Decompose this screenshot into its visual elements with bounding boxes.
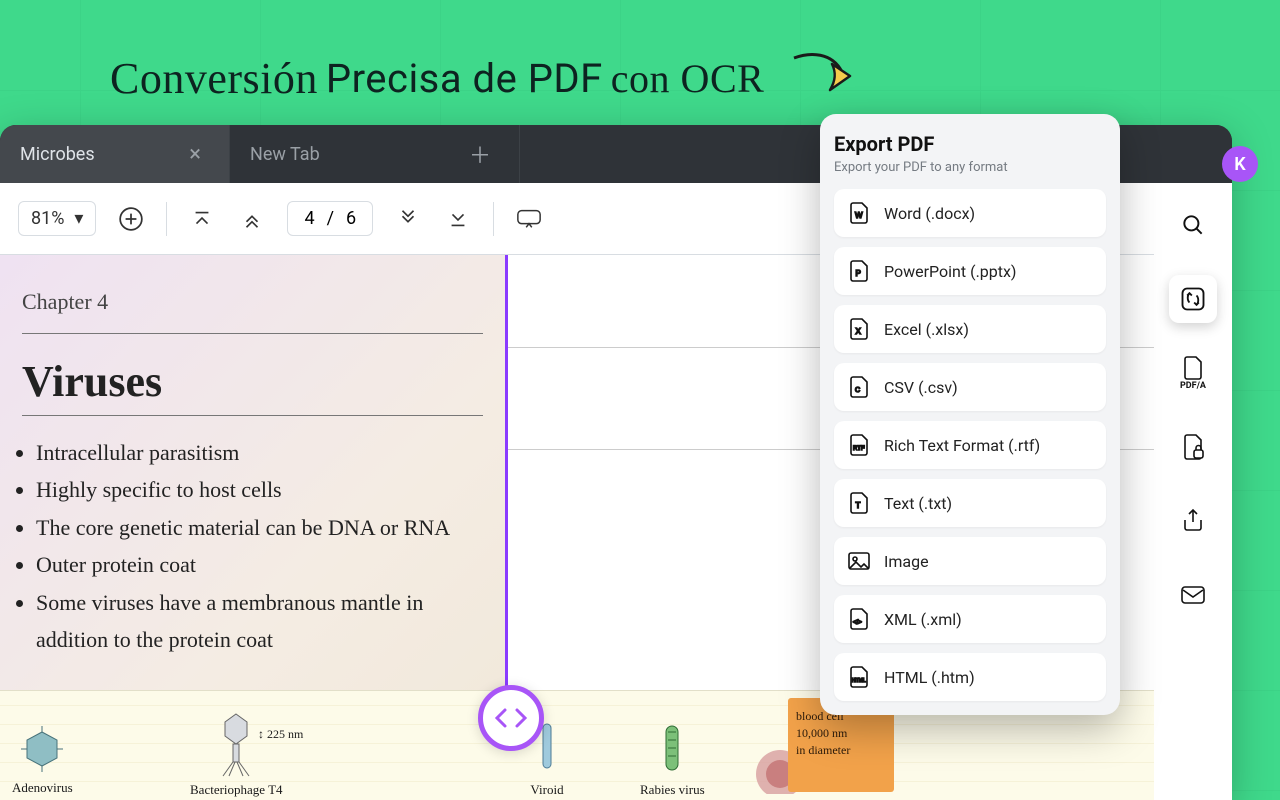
svg-text:</>: </> — [853, 620, 862, 626]
option-label: PowerPoint (.pptx) — [884, 262, 1017, 281]
export-popover: Export PDF Export your PDF to any format… — [820, 114, 1120, 715]
close-icon[interactable]: × — [189, 142, 201, 167]
compare-slider-handle[interactable] — [478, 685, 544, 751]
page-total: 6 — [346, 208, 356, 229]
option-label: Image — [884, 552, 929, 571]
secure-button[interactable] — [1169, 423, 1217, 471]
side-rail: PDF/A — [1154, 183, 1232, 800]
option-label: XML (.xml) — [884, 610, 962, 629]
svg-text:HTML: HTML — [852, 678, 866, 684]
text-icon: T — [848, 492, 870, 514]
csv-icon: C — [848, 376, 870, 398]
bullet: Intracellular parasitism — [36, 434, 483, 471]
option-label: Rich Text Format (.rtf) — [884, 436, 1040, 455]
export-option-html[interactable]: HTML HTML (.htm) — [834, 653, 1106, 701]
next-page-button[interactable] — [393, 204, 423, 234]
share-button[interactable] — [1169, 497, 1217, 545]
option-label: Excel (.xlsx) — [884, 320, 969, 339]
html-icon: HTML — [848, 666, 870, 688]
svg-text:X: X — [856, 327, 862, 336]
plus-icon[interactable]: ＋ — [469, 138, 491, 170]
zoom-in-button[interactable] — [116, 204, 146, 234]
tab-new[interactable]: New Tab ＋ — [230, 125, 520, 183]
label-t4-size: 225 nm — [267, 727, 303, 741]
post-line2: 10,000 nm — [796, 725, 886, 742]
svg-text:P: P — [856, 269, 861, 278]
export-option-csv[interactable]: C CSV (.csv) — [834, 363, 1106, 411]
label-t4: Bacteriophage T4 — [190, 782, 283, 798]
headline-part2: Precisa de PDF — [326, 55, 603, 102]
label-viroid: Viroid — [530, 782, 564, 798]
bullet-list: Intracellular parasitism Highly specific… — [36, 434, 483, 658]
option-label: CSV (.csv) — [884, 378, 958, 397]
export-option-rtf[interactable]: RTF Rich Text Format (.rtf) — [834, 421, 1106, 469]
tab-microbes[interactable]: Microbes × — [0, 125, 230, 183]
svg-text:W: W — [855, 211, 863, 220]
bullet: Outer protein coat — [36, 546, 483, 583]
presentation-button[interactable] — [514, 204, 544, 234]
rtf-icon: RTF — [848, 434, 870, 456]
convert-button[interactable] — [1169, 275, 1217, 323]
page-current: 4 — [304, 208, 314, 229]
option-label: Word (.docx) — [884, 204, 975, 223]
label-adeno: Adenovirus — [12, 780, 73, 796]
export-option-ppt[interactable]: P PowerPoint (.pptx) — [834, 247, 1106, 295]
svg-text:RTF: RTF — [853, 446, 865, 452]
label-rabies: Rabies virus — [640, 782, 705, 798]
option-label: Text (.txt) — [884, 494, 952, 513]
svg-text:T: T — [856, 501, 861, 510]
export-subtitle: Export your PDF to any format — [834, 160, 1106, 175]
pdfa-label: PDF/A — [1180, 381, 1206, 391]
export-option-txt[interactable]: T Text (.txt) — [834, 479, 1106, 527]
image-icon — [848, 550, 870, 572]
first-page-button[interactable] — [187, 204, 217, 234]
promo-headline: Conversión Precisa de PDF con OCR — [110, 50, 856, 106]
export-title: Export PDF — [834, 132, 1106, 156]
headline-part1: Conversión — [110, 53, 318, 104]
xml-icon: </> — [848, 608, 870, 630]
powerpoint-icon: P — [848, 260, 870, 282]
headline-part3: con OCR — [611, 55, 765, 102]
page-sep: / — [327, 208, 334, 229]
arrow-icon — [790, 50, 856, 106]
zoom-select[interactable]: 81% ▾ — [18, 201, 96, 236]
export-option-image[interactable]: Image — [834, 537, 1106, 585]
word-icon: W — [848, 202, 870, 224]
post-line3: in diameter — [796, 742, 886, 759]
bullet: Some viruses have a membranous mantle in… — [36, 584, 483, 659]
tab-label: Microbes — [20, 144, 95, 165]
avatar[interactable]: K — [1222, 146, 1258, 182]
export-option-xml[interactable]: </> XML (.xml) — [834, 595, 1106, 643]
bullet: The core genetic material can be DNA or … — [36, 509, 483, 546]
svg-text:C: C — [855, 387, 860, 394]
avatar-initial: K — [1234, 154, 1245, 175]
heading-viruses: Viruses — [22, 356, 483, 407]
page-indicator[interactable]: 4 / 6 — [287, 201, 373, 236]
chapter-label: Chapter 4 — [22, 289, 483, 315]
prev-page-button[interactable] — [237, 204, 267, 234]
export-option-excel[interactable]: X Excel (.xlsx) — [834, 305, 1106, 353]
search-button[interactable] — [1169, 201, 1217, 249]
last-page-button[interactable] — [443, 204, 473, 234]
option-label: HTML (.htm) — [884, 668, 975, 687]
zoom-value: 81% — [31, 208, 64, 229]
excel-icon: X — [848, 318, 870, 340]
tab-label: New Tab — [250, 144, 320, 165]
bullet: Highly specific to host cells — [36, 471, 483, 508]
pdfa-button[interactable]: PDF/A — [1169, 349, 1217, 397]
chevron-down-icon: ▾ — [74, 208, 83, 229]
mail-button[interactable] — [1169, 571, 1217, 619]
export-option-word[interactable]: W Word (.docx) — [834, 189, 1106, 237]
